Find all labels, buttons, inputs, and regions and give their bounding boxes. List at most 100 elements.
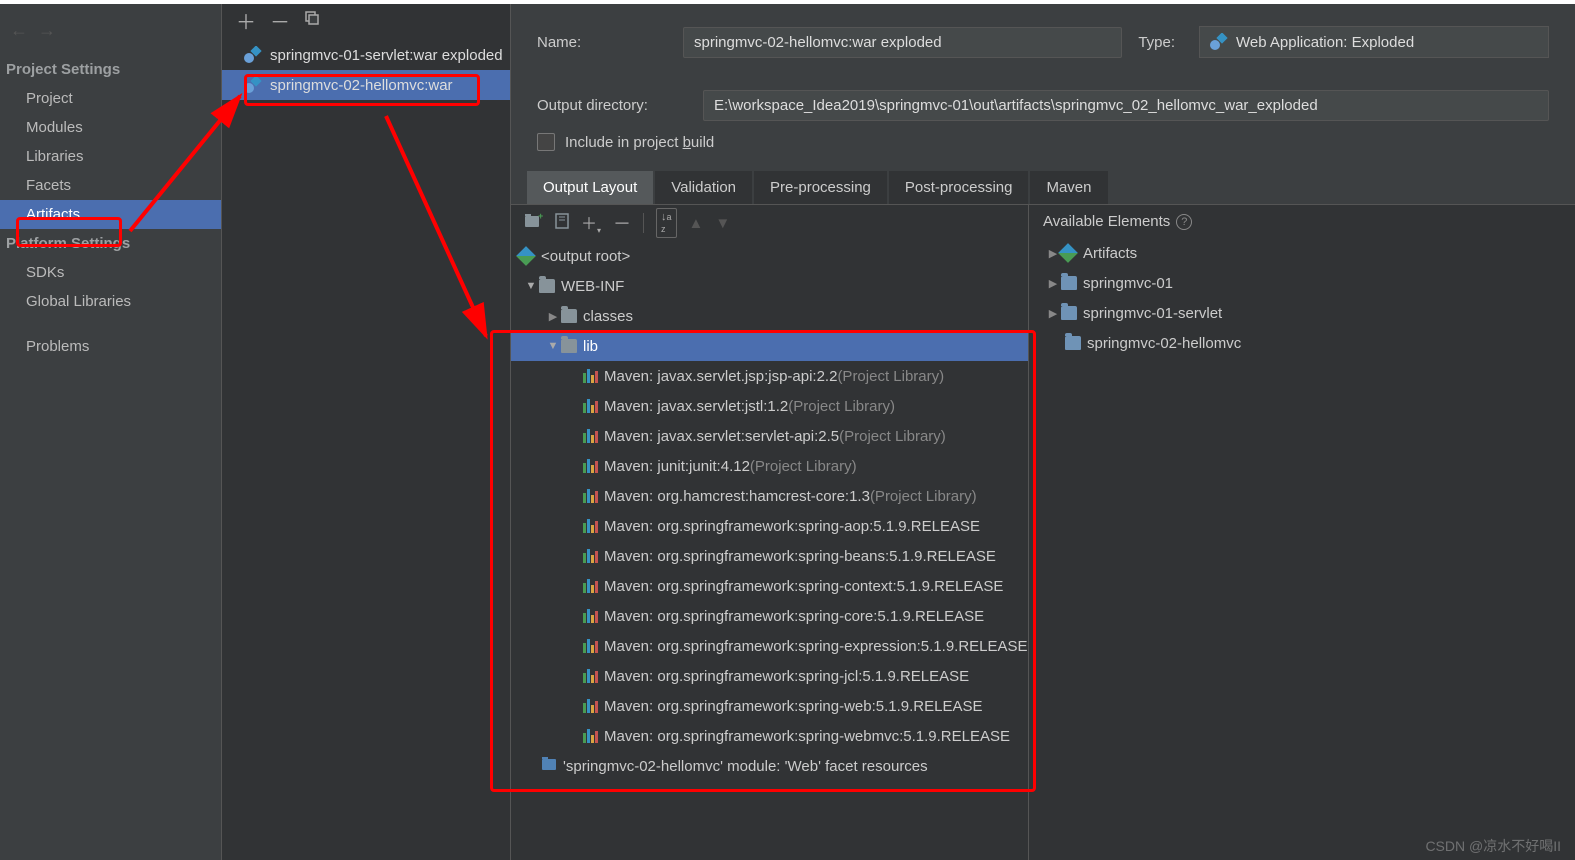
tree-label: Maven: org.springframework:spring-core:5… <box>604 608 984 625</box>
chevron-right-icon[interactable] <box>1045 277 1061 290</box>
include-build-label: Include in project build <box>565 134 714 151</box>
back-arrow-icon[interactable]: ← <box>10 20 28 41</box>
library-icon <box>583 399 598 413</box>
artifact-item[interactable]: springmvc-01-servlet:war exploded <box>222 40 510 70</box>
library-icon <box>583 639 598 653</box>
output-dir-input[interactable]: E:\workspace_Idea2019\springmvc-01\out\a… <box>703 90 1549 121</box>
tree-lib-item[interactable]: Maven: org.hamcrest:hamcrest-core:1.3 (P… <box>511 481 1028 511</box>
type-label: Type: <box>1138 34 1183 51</box>
sidebar: ← → Project Settings Project Modules Lib… <box>0 0 222 860</box>
chevron-down-icon[interactable] <box>523 280 539 292</box>
remove-item-icon[interactable]: － <box>613 210 631 236</box>
sidebar-item-artifacts[interactable]: Artifacts <box>0 200 221 229</box>
library-icon <box>583 699 598 713</box>
tree-label: Artifacts <box>1083 245 1137 262</box>
avail-item[interactable]: springmvc-01-servlet <box>1029 298 1575 328</box>
web-artifact-icon <box>1210 33 1228 51</box>
folder-icon <box>539 279 555 293</box>
sidebar-item-sdks[interactable]: SDKs <box>0 258 221 287</box>
tree-toolbar: + ＋▾ － ↓az ▲ ▼ <box>511 205 1028 241</box>
forward-arrow-icon[interactable]: → <box>38 20 56 41</box>
avail-item[interactable]: springmvc-01 <box>1029 268 1575 298</box>
available-elements-panel: Available Elements ? Artifacts springmvc… <box>1029 205 1575 860</box>
module-icon <box>1065 336 1081 350</box>
tree-label: WEB-INF <box>561 278 624 295</box>
tree-label: Maven: org.springframework:spring-web:5.… <box>604 698 983 715</box>
library-icon <box>583 669 598 683</box>
add-copy-icon[interactable]: ＋▾ <box>581 210 601 235</box>
move-up-icon[interactable]: ▲ <box>689 215 704 232</box>
artifact-toolbar: ＋ － <box>222 0 510 40</box>
tree-lib-item[interactable]: Maven: org.springframework:spring-jcl:5.… <box>511 661 1028 691</box>
tree-lib-item[interactable]: Maven: javax.servlet:servlet-api:2.5 (Pr… <box>511 421 1028 451</box>
include-build-checkbox[interactable] <box>537 133 555 151</box>
copy-icon[interactable] <box>304 10 320 30</box>
tree-webinf[interactable]: WEB-INF <box>511 271 1028 301</box>
module-icon <box>1061 306 1077 320</box>
library-icon <box>583 369 598 383</box>
avail-item[interactable]: springmvc-02-hellomvc <box>1029 328 1575 358</box>
tree-label: Maven: javax.servlet.jsp:jsp-api:2.2 <box>604 368 837 385</box>
platform-settings-header: Platform Settings <box>0 229 221 258</box>
library-icon <box>583 519 598 533</box>
avail-artifacts[interactable]: Artifacts <box>1029 238 1575 268</box>
tab-output-layout[interactable]: Output Layout <box>527 171 653 204</box>
type-select[interactable]: Web Application: Exploded <box>1199 26 1549 58</box>
tree-label: classes <box>583 308 633 325</box>
move-down-icon[interactable]: ▼ <box>715 215 730 232</box>
remove-icon[interactable]: － <box>270 6 290 35</box>
tree-label: Maven: javax.servlet:jstl:1.2 <box>604 398 788 415</box>
main-panel: Name: springmvc-02-hellomvc:war exploded… <box>511 0 1575 860</box>
tree-lib-item[interactable]: Maven: javax.servlet.jsp:jsp-api:2.2 (Pr… <box>511 361 1028 391</box>
tree-label: Maven: org.springframework:spring-aop:5.… <box>604 518 980 535</box>
tab-validation[interactable]: Validation <box>655 171 752 204</box>
tab-maven[interactable]: Maven <box>1030 171 1107 204</box>
sidebar-item-problems[interactable]: Problems <box>0 332 221 361</box>
tree-label: Maven: org.springframework:spring-jcl:5.… <box>604 668 969 685</box>
tree-label: springmvc-01-servlet <box>1083 305 1222 322</box>
sidebar-item-modules[interactable]: Modules <box>0 113 221 142</box>
new-folder-icon[interactable]: + <box>525 213 543 233</box>
sidebar-item-global-libraries[interactable]: Global Libraries <box>0 287 221 316</box>
tree-lib-item[interactable]: Maven: org.springframework:spring-core:5… <box>511 601 1028 631</box>
chevron-right-icon[interactable] <box>1045 307 1061 320</box>
tree-lib-item[interactable]: Maven: junit:junit:4.12 (Project Library… <box>511 451 1028 481</box>
tree-hint: (Project Library) <box>750 458 857 475</box>
tree-label: springmvc-02-hellomvc <box>1087 335 1241 352</box>
artifact-list-panel: ＋ － springmvc-01-servlet:war exploded sp… <box>222 0 511 860</box>
artifact-item[interactable]: springmvc-02-hellomvc:war <box>222 70 510 100</box>
new-archive-icon[interactable] <box>555 213 569 233</box>
tree-output-root[interactable]: <output root> <box>511 241 1028 271</box>
tab-post-processing[interactable]: Post-processing <box>889 171 1029 204</box>
folder-icon <box>561 309 577 323</box>
tree-lib[interactable]: lib <box>511 331 1028 361</box>
tree-lib-item[interactable]: Maven: org.springframework:spring-expres… <box>511 631 1028 661</box>
tree-lib-item[interactable]: Maven: org.springframework:spring-aop:5.… <box>511 511 1028 541</box>
artifact-label: springmvc-01-servlet:war exploded <box>270 47 503 64</box>
tree-lib-item[interactable]: Maven: javax.servlet:jstl:1.2 (Project L… <box>511 391 1028 421</box>
chevron-down-icon[interactable] <box>545 340 561 352</box>
sort-icon[interactable]: ↓az <box>656 208 677 238</box>
add-icon[interactable]: ＋ <box>236 6 256 35</box>
tree-lib-item[interactable]: Maven: org.springframework:spring-contex… <box>511 571 1028 601</box>
tree-label: Maven: org.hamcrest:hamcrest-core:1.3 <box>604 488 870 505</box>
tree-lib-item[interactable]: Maven: org.springframework:spring-webmvc… <box>511 721 1028 751</box>
facet-icon <box>541 756 557 776</box>
tree-lib-item[interactable]: Maven: org.springframework:spring-beans:… <box>511 541 1028 571</box>
sidebar-item-facets[interactable]: Facets <box>0 171 221 200</box>
output-dir-label: Output directory: <box>537 97 687 114</box>
tab-pre-processing[interactable]: Pre-processing <box>754 171 887 204</box>
tree-classes[interactable]: classes <box>511 301 1028 331</box>
tree-label: <output root> <box>541 248 630 265</box>
tree-lib-item[interactable]: Maven: org.springframework:spring-web:5.… <box>511 691 1028 721</box>
chevron-right-icon[interactable] <box>545 310 561 323</box>
library-icon <box>583 549 598 563</box>
watermark: CSDN @凉水不好喝II <box>1425 836 1561 856</box>
sidebar-item-project[interactable]: Project <box>0 84 221 113</box>
tree-facet[interactable]: 'springmvc-02-hellomvc' module: 'Web' fa… <box>511 751 1028 781</box>
sidebar-item-libraries[interactable]: Libraries <box>0 142 221 171</box>
name-input[interactable]: springmvc-02-hellomvc:war exploded <box>683 27 1122 58</box>
help-icon[interactable]: ? <box>1176 214 1192 230</box>
library-icon <box>583 429 598 443</box>
artifact-label: springmvc-02-hellomvc:war <box>270 77 453 94</box>
